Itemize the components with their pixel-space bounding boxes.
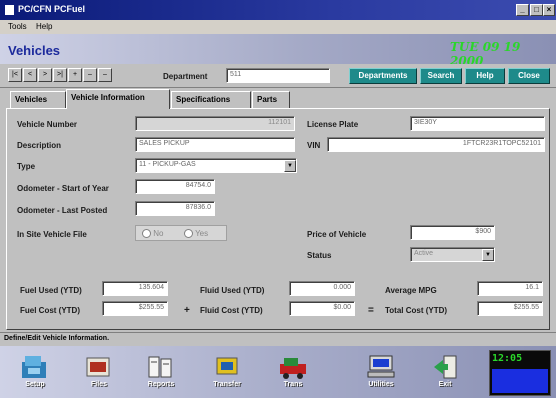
app-icon[interactable] [5,5,14,15]
utilities-label: Utilities [368,381,394,388]
average-mpg-label: Average MPG [385,286,437,295]
vehicle-number-field[interactable]: 112101 [135,116,295,131]
vehicle-number-label: Vehicle Number [17,120,78,129]
type-select[interactable]: 11 - PICKUP-GAS [135,158,297,173]
trans-label: Trans [283,381,303,388]
tab-vehicle-information[interactable]: Vehicle Information [66,89,170,109]
window-title: PC/CFN PCFuel [18,4,86,14]
cancel-record-button[interactable]: – [98,68,112,82]
departments-button[interactable]: Departments [349,68,417,84]
search-button[interactable]: Search [420,68,462,84]
average-mpg-field[interactable]: 16.1 [477,281,543,296]
add-record-button[interactable]: + [68,68,82,82]
fuel-used-label: Fuel Used (YTD) [20,286,82,295]
status-label: Status [307,251,332,260]
next-record-button[interactable]: > [38,68,52,82]
vin-field[interactable]: 1FTCR23R1TOPC52101 [327,137,545,152]
license-plate-label: License Plate [307,120,359,129]
odometer-start-label: Odometer - Start of Year [17,184,109,193]
launcher-reports[interactable]: Reports [140,354,182,394]
prev-record-button[interactable]: < [23,68,37,82]
tab-specifications[interactable]: Specifications [171,91,251,108]
help-button[interactable]: Help [465,68,505,84]
utilities-icon [367,355,395,378]
fuel-used-field[interactable]: 135.604 [102,281,168,296]
maximize-button[interactable]: □ [530,4,543,16]
transfer-icon [216,357,238,375]
toolbar: |< < > >| + – – Department 511 Departmen… [0,64,556,88]
price-label: Price of Vehicle [307,230,367,239]
department-label: Department [163,72,208,81]
close-button[interactable]: Close [508,68,550,84]
description-label: Description [17,141,62,150]
fluid-used-field[interactable]: 0.000 [289,281,355,296]
status-bar: Define/Edit Vehicle Information. [0,332,556,346]
price-field[interactable]: $900 [410,225,495,240]
reports-label: Reports [147,381,175,388]
insite-radio-yes[interactable]: Yes [184,229,209,239]
title-bar: PC/CFN PCFuel _ □ × [0,0,556,20]
type-label: Type [17,162,36,171]
exit-label: Exit [438,381,452,388]
launcher-utilities[interactable]: Utilities [360,354,402,394]
fuel-cost-label: Fuel Cost (YTD) [20,306,80,315]
launcher-exit[interactable]: Exit [424,354,466,394]
insite-yes-label: Yes [195,229,209,238]
insite-no-label: No [153,229,164,238]
exit-icon [434,355,457,379]
fluid-used-label: Fluid Used (YTD) [200,286,265,295]
menu-bar: Tools Help [0,20,556,34]
license-plate-field[interactable]: 3IE30Y [410,116,545,131]
total-cost-label: Total Cost (YTD) [385,306,448,315]
description-field[interactable]: SALES PICKUP [135,137,295,152]
launcher-setup[interactable]: Setup [14,354,56,394]
odometer-start-field[interactable]: 84754.0 [135,179,215,194]
odometer-last-label: Odometer - Last Posted [17,206,108,215]
tab-parts[interactable]: Parts [252,91,290,108]
fuel-cost-field[interactable]: $255.55 [102,301,168,316]
equals-sign: = [368,305,374,316]
total-cost-field[interactable]: $255.55 [477,301,543,316]
vin-label: VIN [307,141,321,150]
insite-label: In Site Vehicle File [17,230,87,239]
date-display: TUE 09 19 2000 [450,40,521,68]
fluid-cost-field[interactable]: $0.00 [289,301,355,316]
clock-panel: 12:05 [489,350,551,396]
files-icon [86,357,110,377]
setup-icon [22,356,46,378]
last-record-button[interactable]: >| [53,68,67,82]
first-record-button[interactable]: |< [8,68,22,82]
launcher-trans[interactable]: Trans [272,354,314,394]
launcher-transfer[interactable]: Transfer [206,354,248,394]
setup-label: Setup [25,381,45,388]
plus-sign: + [184,305,190,316]
trans-icon [280,358,306,379]
close-window-button[interactable]: × [543,4,555,16]
status-dropdown-arrow-icon[interactable]: ▼ [482,249,494,261]
tab-vehicles[interactable]: Vehicles [10,91,66,108]
launcher-bar: Setup Files Reports Transfer Trans Utili… [0,346,556,398]
type-dropdown-arrow-icon[interactable]: ▼ [284,160,296,172]
department-input[interactable]: 511 [226,68,330,83]
header-band: Vehicles TUE 09 19 2000 [0,34,556,68]
delete-record-button[interactable]: – [83,68,97,82]
clock-time: 12:05 [492,353,523,364]
page-title: Vehicles [8,43,61,58]
status-text: Define/Edit Vehicle Information. [4,335,110,342]
launcher-files[interactable]: Files [78,354,120,394]
files-label: Files [91,381,107,388]
menu-help[interactable]: Help [36,22,52,31]
odometer-last-field[interactable]: 87836.0 [135,201,215,216]
minimize-button[interactable]: _ [516,4,529,16]
insite-radio-group: No Yes [135,225,227,241]
insite-radio-no[interactable]: No [142,229,164,239]
transfer-label: Transfer [213,381,241,388]
menu-tools[interactable]: Tools [8,22,27,31]
fluid-cost-label: Fluid Cost (YTD) [200,306,263,315]
reports-icon [148,356,172,378]
clock-blue-panel [492,369,548,393]
